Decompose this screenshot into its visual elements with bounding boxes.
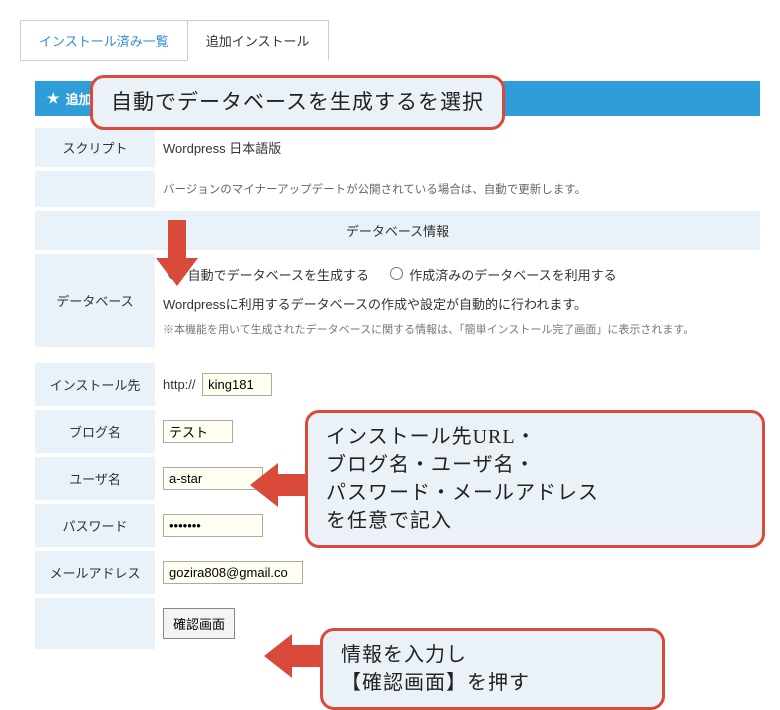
tab-additional-install[interactable]: 追加インストール bbox=[187, 20, 329, 61]
row-script-value: Wordpress 日本語版 bbox=[155, 128, 760, 169]
callout-fields: インストール先URL・ ブログ名・ユーザ名・ パスワード・メールアドレス を任意… bbox=[305, 410, 765, 548]
row-blog-label: ブログ名 bbox=[35, 408, 155, 455]
db-radio-group: 自動でデータベースを生成する 作成済みのデータベースを利用する bbox=[163, 264, 752, 284]
username-input[interactable] bbox=[163, 467, 263, 490]
email-input[interactable] bbox=[163, 561, 303, 584]
row-user-label: ユーザ名 bbox=[35, 455, 155, 502]
tab-installed-list[interactable]: インストール済み一覧 bbox=[20, 20, 187, 61]
row-install-url-label: インストール先 bbox=[35, 361, 155, 408]
auto-update-note: バージョンのマイナーアップデートが公開されている場合は、自動で更新します。 bbox=[155, 169, 760, 209]
blog-name-input[interactable] bbox=[163, 420, 233, 443]
db-auto-desc: Wordpressに利用するデータベースの作成や設定が自動的に行われます。 bbox=[163, 294, 752, 313]
tab-bar: インストール済み一覧 追加インストール bbox=[20, 20, 760, 61]
install-panel: ★ 追加インストール スクリプト Wordpress 日本語版 バージョンのマイ… bbox=[35, 81, 760, 653]
password-input[interactable] bbox=[163, 514, 263, 537]
install-url-input[interactable] bbox=[202, 373, 272, 396]
row-db-label: データベース bbox=[35, 252, 155, 349]
url-prefix: http:// bbox=[163, 377, 196, 392]
callout-confirm: 情報を入力し 【確認画面】を押す bbox=[320, 628, 665, 710]
callout-db-auto: 自動でデータベースを生成するを選択 bbox=[90, 75, 505, 130]
row-pass-label: パスワード bbox=[35, 502, 155, 549]
db-radio-existing-label[interactable]: 作成済みのデータベースを利用する bbox=[385, 268, 617, 283]
star-icon: ★ bbox=[47, 90, 60, 107]
db-note: ※本機能を用いて生成されたデータベースに関する情報は、「簡単インストール完了画面… bbox=[163, 321, 752, 337]
row-script-label: スクリプト bbox=[35, 128, 155, 169]
confirm-button[interactable]: 確認画面 bbox=[163, 608, 235, 639]
db-section-title: データベース情報 bbox=[35, 209, 760, 252]
db-radio-existing[interactable] bbox=[390, 267, 403, 280]
row-mail-label: メールアドレス bbox=[35, 549, 155, 596]
install-form-table: スクリプト Wordpress 日本語版 バージョンのマイナーアップデートが公開… bbox=[35, 128, 760, 653]
